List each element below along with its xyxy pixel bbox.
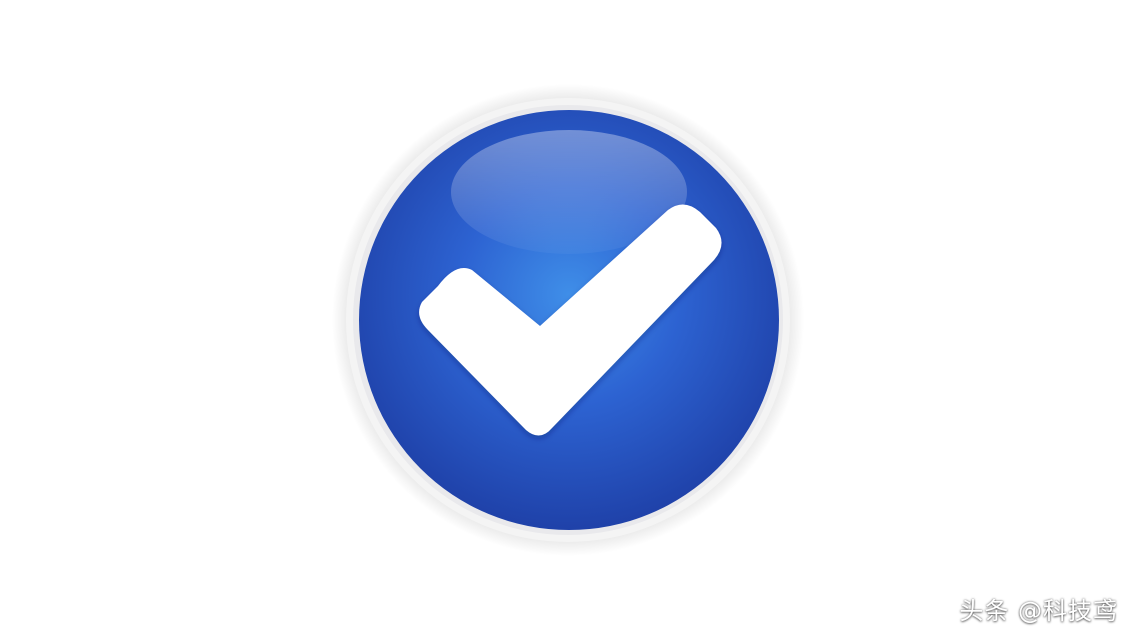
watermark-text: 头条 @科技鸢: [959, 597, 1118, 625]
image-canvas: 头条 @科技鸢: [0, 0, 1138, 640]
check-badge: [0, 0, 1138, 640]
checkmark-badge-graphic: [332, 84, 804, 556]
